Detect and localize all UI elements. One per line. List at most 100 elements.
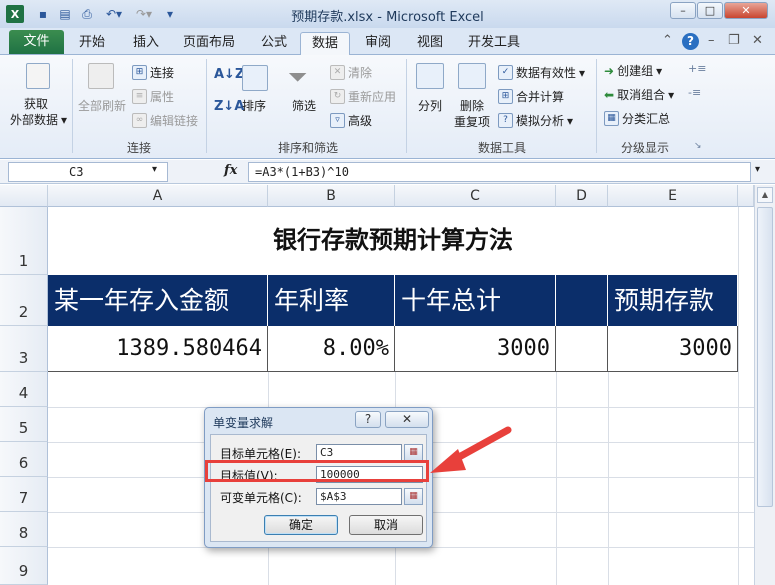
cell-e3[interactable]: 3000	[608, 326, 738, 372]
set-cell-input[interactable]: C3	[316, 444, 402, 461]
vertical-scrollbar[interactable]: ▲	[754, 185, 775, 585]
consolidate-button[interactable]: ⊞ 合并计算	[498, 88, 564, 105]
row-header-7[interactable]: 7	[0, 477, 48, 512]
workbook-minimize-icon[interactable]: –	[708, 33, 715, 48]
sort-dialog-icon	[242, 65, 268, 91]
advanced-button[interactable]: ▿ 高级	[330, 112, 372, 129]
row-header-1[interactable]: 1	[0, 207, 48, 275]
ok-button[interactable]: 确定	[264, 515, 338, 535]
get-external-data-button[interactable]: 外部数据 ▾	[10, 111, 67, 128]
reapply-button[interactable]: ↻ 重新应用	[330, 88, 396, 105]
cell-b3[interactable]: 8.00%	[268, 326, 395, 372]
group-divider	[72, 59, 73, 153]
cancel-button[interactable]: 取消	[349, 515, 423, 535]
sort-descending-icon[interactable]: Z↓A	[214, 99, 244, 114]
minimize-button[interactable]: –	[670, 2, 696, 19]
sort-ascending-icon[interactable]: A↓Z	[214, 67, 244, 82]
refresh-all-button[interactable]: 全部刷新	[78, 97, 126, 114]
name-box[interactable]: C3	[8, 162, 168, 182]
cell-d3[interactable]	[556, 326, 608, 372]
formula-input[interactable]: =A3*(1+B3)^10	[248, 162, 751, 182]
workbook-restore-icon[interactable]: ❐	[728, 33, 740, 48]
what-if-label: 模拟分析	[516, 114, 565, 128]
insert-function-icon[interactable]: fx	[224, 163, 237, 178]
cell-a2[interactable]: 某一年存入金额	[48, 275, 268, 326]
tab-file[interactable]: 文件	[9, 30, 64, 54]
changing-cell-input[interactable]: $A$3	[316, 488, 402, 505]
row-header-2[interactable]: 2	[0, 275, 48, 326]
edit-links-icon: ∞	[132, 113, 147, 128]
tab-formulas[interactable]: 公式	[252, 32, 296, 55]
filter-funnel-icon: ⏷	[288, 63, 308, 91]
tab-review[interactable]: 审阅	[356, 32, 400, 55]
ribbon-tabs: 文件 开始 插入 页面布局 公式 数据 审阅 视图 开发工具 ⌃ ? – ❐ ✕	[0, 28, 775, 55]
help-icon[interactable]: ?	[682, 33, 699, 50]
close-button[interactable]: ✕	[724, 2, 768, 19]
edit-links-button[interactable]: ∞ 编辑链接	[132, 112, 198, 129]
sheet-title-cell[interactable]: 银行存款预期计算方法	[48, 207, 738, 275]
cell-a3[interactable]: 1389.580464	[48, 326, 268, 372]
sort-button[interactable]: 排序	[242, 97, 266, 114]
row-header-9[interactable]: 9	[0, 547, 48, 585]
tab-developer[interactable]: 开发工具	[462, 32, 526, 55]
tab-view[interactable]: 视图	[408, 32, 452, 55]
cell-e2[interactable]: 预期存款	[608, 275, 738, 326]
select-all-corner[interactable]	[0, 185, 48, 207]
remove-duplicates-icon	[458, 63, 486, 89]
row-number: 4	[18, 384, 29, 402]
row-header-3[interactable]: 3	[0, 326, 48, 372]
connections-icon: ⊞	[132, 65, 147, 80]
name-box-dropdown-icon[interactable]: ▾	[152, 164, 157, 175]
row-header-4[interactable]: 4	[0, 372, 48, 407]
text-to-columns-button[interactable]: 分列	[418, 97, 442, 114]
dialog-close-button[interactable]: ✕	[385, 411, 429, 428]
row-header-5[interactable]: 5	[0, 407, 48, 442]
tab-home[interactable]: 开始	[70, 32, 114, 55]
dialog-launcher-icon[interactable]: ↘	[694, 141, 702, 151]
ungroup-button[interactable]: ⬅ 取消组合 ▾	[604, 86, 674, 103]
column-header-c[interactable]: C	[395, 185, 556, 207]
tab-insert[interactable]: 插入	[124, 32, 168, 55]
dropdown-icon: ▾	[579, 65, 586, 80]
column-header-blank	[738, 185, 754, 207]
group-button[interactable]: ➜ 创建组 ▾	[604, 62, 662, 79]
column-header-d[interactable]: D	[556, 185, 608, 207]
filter-button[interactable]: 筛选	[292, 97, 316, 114]
minimize-ribbon-icon[interactable]: ⌃	[662, 33, 673, 48]
expand-formula-bar-icon[interactable]: ▾	[755, 164, 760, 175]
row-header-6[interactable]: 6	[0, 442, 48, 477]
what-if-analysis-button[interactable]: ? 模拟分析 ▾	[498, 112, 573, 129]
cell-d2[interactable]	[556, 275, 608, 326]
cell-b2[interactable]: 年利率	[268, 275, 395, 326]
column-header-a[interactable]: A	[48, 185, 268, 207]
properties-button[interactable]: ≡ 属性	[132, 88, 174, 105]
tab-data[interactable]: 数据	[300, 32, 350, 55]
group-divider	[206, 59, 207, 153]
what-if-icon: ?	[498, 113, 513, 128]
maximize-button[interactable]: □	[697, 2, 723, 19]
row-header-8[interactable]: 8	[0, 512, 48, 547]
dialog-help-button[interactable]: ?	[355, 411, 381, 428]
range-picker-icon[interactable]: ▦	[404, 488, 423, 505]
row-number: 6	[18, 454, 29, 472]
range-picker-icon[interactable]: ▦	[404, 444, 423, 461]
tab-page-layout[interactable]: 页面布局	[176, 32, 242, 55]
column-header-e[interactable]: E	[608, 185, 738, 207]
hide-detail-icon[interactable]: -≡	[688, 86, 701, 99]
row-number: 3	[18, 349, 29, 367]
workbook-close-icon[interactable]: ✕	[752, 33, 763, 48]
get-external-label-1[interactable]: 获取	[24, 95, 48, 112]
cell-c2[interactable]: 十年总计	[395, 275, 556, 326]
subtotal-button[interactable]: ▦ 分类汇总	[604, 110, 670, 127]
show-detail-icon[interactable]: +≡	[688, 62, 706, 75]
column-header-b[interactable]: B	[268, 185, 395, 207]
row-number: 1	[18, 252, 29, 270]
data-validation-button[interactable]: ✓ 数据有效性 ▾	[498, 64, 585, 81]
remove-duplicates-button[interactable]: 删除	[460, 97, 484, 114]
scroll-thumb[interactable]	[757, 207, 773, 507]
clear-button[interactable]: ✕ 清除	[330, 64, 372, 81]
group-divider	[406, 59, 407, 153]
cell-c3[interactable]: 3000	[395, 326, 556, 372]
scroll-up-icon[interactable]: ▲	[757, 187, 773, 203]
connections-button[interactable]: ⊞ 连接	[132, 64, 174, 81]
